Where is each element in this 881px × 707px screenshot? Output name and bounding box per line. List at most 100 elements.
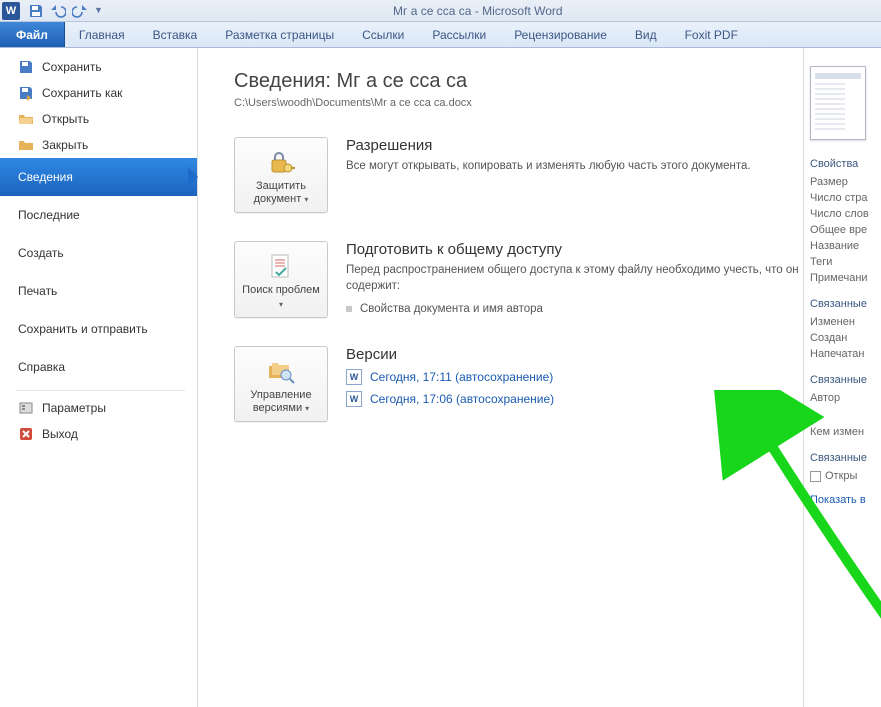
tab-foxit[interactable]: Foxit PDF <box>671 22 752 47</box>
document-path: C:\Users\woodh\Documents\Mr a ce cca ca.… <box>234 97 803 109</box>
inspect-bullet: Свойства документа и имя автора <box>346 303 803 315</box>
lock-key-icon <box>239 146 323 180</box>
button-label: Управление версиями <box>250 389 311 414</box>
backstage-sidebar: Сохранить Сохранить как Открыть Закрыть … <box>0 48 198 707</box>
prop-title: Название <box>810 240 881 252</box>
open-folder-icon <box>18 111 34 127</box>
tab-references[interactable]: Ссылки <box>348 22 418 47</box>
prepare-share-section: Поиск проблем ▾ Подготовить к общему дос… <box>234 241 803 317</box>
ribbon-tabs: Файл Главная Вставка Разметка страницы С… <box>0 22 881 48</box>
section-title: Версии <box>346 346 803 363</box>
prop-pages: Число стра <box>810 192 881 204</box>
qat-redo-icon[interactable] <box>72 3 88 19</box>
properties-panel: Свойства Размер Число стра Число слов Об… <box>803 48 881 707</box>
sidebar-label: Сохранить и отправить <box>18 322 148 336</box>
sidebar-label: Выход <box>42 427 78 441</box>
sidebar-open[interactable]: Открыть <box>0 106 197 132</box>
bullet-text: Свойства документа и имя автора <box>360 303 543 315</box>
sidebar-exit[interactable]: Выход <box>0 421 197 447</box>
save-as-icon <box>18 85 34 101</box>
sidebar-label: Параметры <box>42 401 106 415</box>
sidebar-help[interactable]: Справка <box>0 348 197 386</box>
document-check-icon <box>239 250 323 284</box>
prop-created: Создан <box>810 332 881 344</box>
button-label: Защитить документ <box>254 180 306 205</box>
tab-page-layout[interactable]: Разметка страницы <box>211 22 348 47</box>
save-icon <box>18 59 34 75</box>
exit-icon <box>18 426 34 442</box>
prop-lastmod-by: Кем измен <box>810 426 881 438</box>
prop-author: Автор <box>810 392 881 404</box>
info-panel: Сведения: Мг а се сса са C:\Users\woodh\… <box>198 48 803 707</box>
sidebar-label: Создать <box>18 246 64 260</box>
title-bar: W ▼ Мг а се сса са - Microsoft Word <box>0 0 881 22</box>
word-doc-icon: W <box>346 391 362 407</box>
prop-author-value <box>810 408 881 422</box>
version-link[interactable]: Сегодня, 17:11 (автосохранение) <box>370 370 553 384</box>
options-icon <box>18 400 34 416</box>
prop-time: Общее вре <box>810 224 881 236</box>
tab-mailings[interactable]: Рассылки <box>418 22 500 47</box>
word-app-icon: W <box>2 2 20 20</box>
sidebar-options[interactable]: Параметры <box>0 395 197 421</box>
versions-section: Управление версиями ▾ Версии W Сегодня, 1… <box>234 346 803 422</box>
link-text: Откры <box>825 470 857 482</box>
sidebar-save-as[interactable]: Сохранить как <box>0 80 197 106</box>
related-people-heading: Связанные <box>810 374 881 386</box>
prop-modified: Изменен <box>810 316 881 328</box>
tab-home[interactable]: Главная <box>65 22 139 47</box>
sidebar-new[interactable]: Создать <box>0 234 197 272</box>
section-text: Все могут открывать, копировать и изменя… <box>346 158 803 174</box>
version-item[interactable]: W Сегодня, 17:11 (автосохранение) <box>346 369 803 385</box>
sidebar-info[interactable]: Сведения <box>0 158 197 196</box>
qat-save-icon[interactable] <box>28 3 44 19</box>
document-thumbnail[interactable] <box>810 66 866 140</box>
sidebar-label: Открыть <box>42 112 89 126</box>
quick-access-toolbar: ▼ <box>28 3 103 19</box>
chevron-down-icon: ▾ <box>305 404 309 413</box>
sidebar-label: Закрыть <box>42 138 88 152</box>
sidebar-label: Сохранить как <box>42 86 122 100</box>
manage-versions-button[interactable]: Управление версиями ▾ <box>234 346 328 422</box>
prop-words: Число слов <box>810 208 881 220</box>
sidebar-save[interactable]: Сохранить <box>0 54 197 80</box>
prop-comment: Примечани <box>810 272 881 284</box>
button-label: Поиск проблем <box>242 284 320 296</box>
tab-view[interactable]: Вид <box>621 22 671 47</box>
sidebar-separator <box>16 390 185 391</box>
version-link[interactable]: Сегодня, 17:06 (автосохранение) <box>370 392 554 406</box>
word-doc-icon: W <box>346 369 362 385</box>
checkbox-icon <box>810 471 821 482</box>
version-item[interactable]: W Сегодня, 17:06 (автосохранение) <box>346 391 803 407</box>
sidebar-label: Сведения <box>18 170 73 184</box>
chevron-down-icon: ▾ <box>279 300 283 309</box>
section-title: Подготовить к общему доступу <box>346 241 803 258</box>
sidebar-label: Последние <box>18 208 80 222</box>
close-folder-icon <box>18 137 34 153</box>
prop-size: Размер <box>810 176 881 188</box>
sidebar-recent[interactable]: Последние <box>0 196 197 234</box>
page-title: Сведения: Мг а се сса са <box>234 70 803 93</box>
open-file-location[interactable]: Откры <box>810 470 881 482</box>
qat-undo-icon[interactable] <box>50 3 66 19</box>
tab-insert[interactable]: Вставка <box>139 22 212 47</box>
sidebar-label: Справка <box>18 360 65 374</box>
show-all-properties[interactable]: Показать в <box>810 494 881 506</box>
check-issues-button[interactable]: Поиск проблем ▾ <box>234 241 328 317</box>
bullet-icon <box>346 306 352 312</box>
permissions-section: Защитить документ ▾ Разрешения Все могут… <box>234 137 803 213</box>
related-docs-heading: Связанные <box>810 452 881 464</box>
prop-printed: Напечатан <box>810 348 881 360</box>
tab-review[interactable]: Рецензирование <box>500 22 621 47</box>
sidebar-print[interactable]: Печать <box>0 272 197 310</box>
properties-heading[interactable]: Свойства <box>810 158 881 170</box>
sidebar-close[interactable]: Закрыть <box>0 132 197 158</box>
window-title: Мг а се сса са - Microsoft Word <box>393 4 563 18</box>
sidebar-label: Сохранить <box>42 60 102 74</box>
tab-file[interactable]: Файл <box>0 22 65 47</box>
sidebar-share[interactable]: Сохранить и отправить <box>0 310 197 348</box>
qat-customize-icon[interactable]: ▼ <box>94 3 103 19</box>
protect-document-button[interactable]: Защитить документ ▾ <box>234 137 328 213</box>
prop-tags: Теги <box>810 256 881 268</box>
chevron-down-icon: ▾ <box>304 195 308 204</box>
